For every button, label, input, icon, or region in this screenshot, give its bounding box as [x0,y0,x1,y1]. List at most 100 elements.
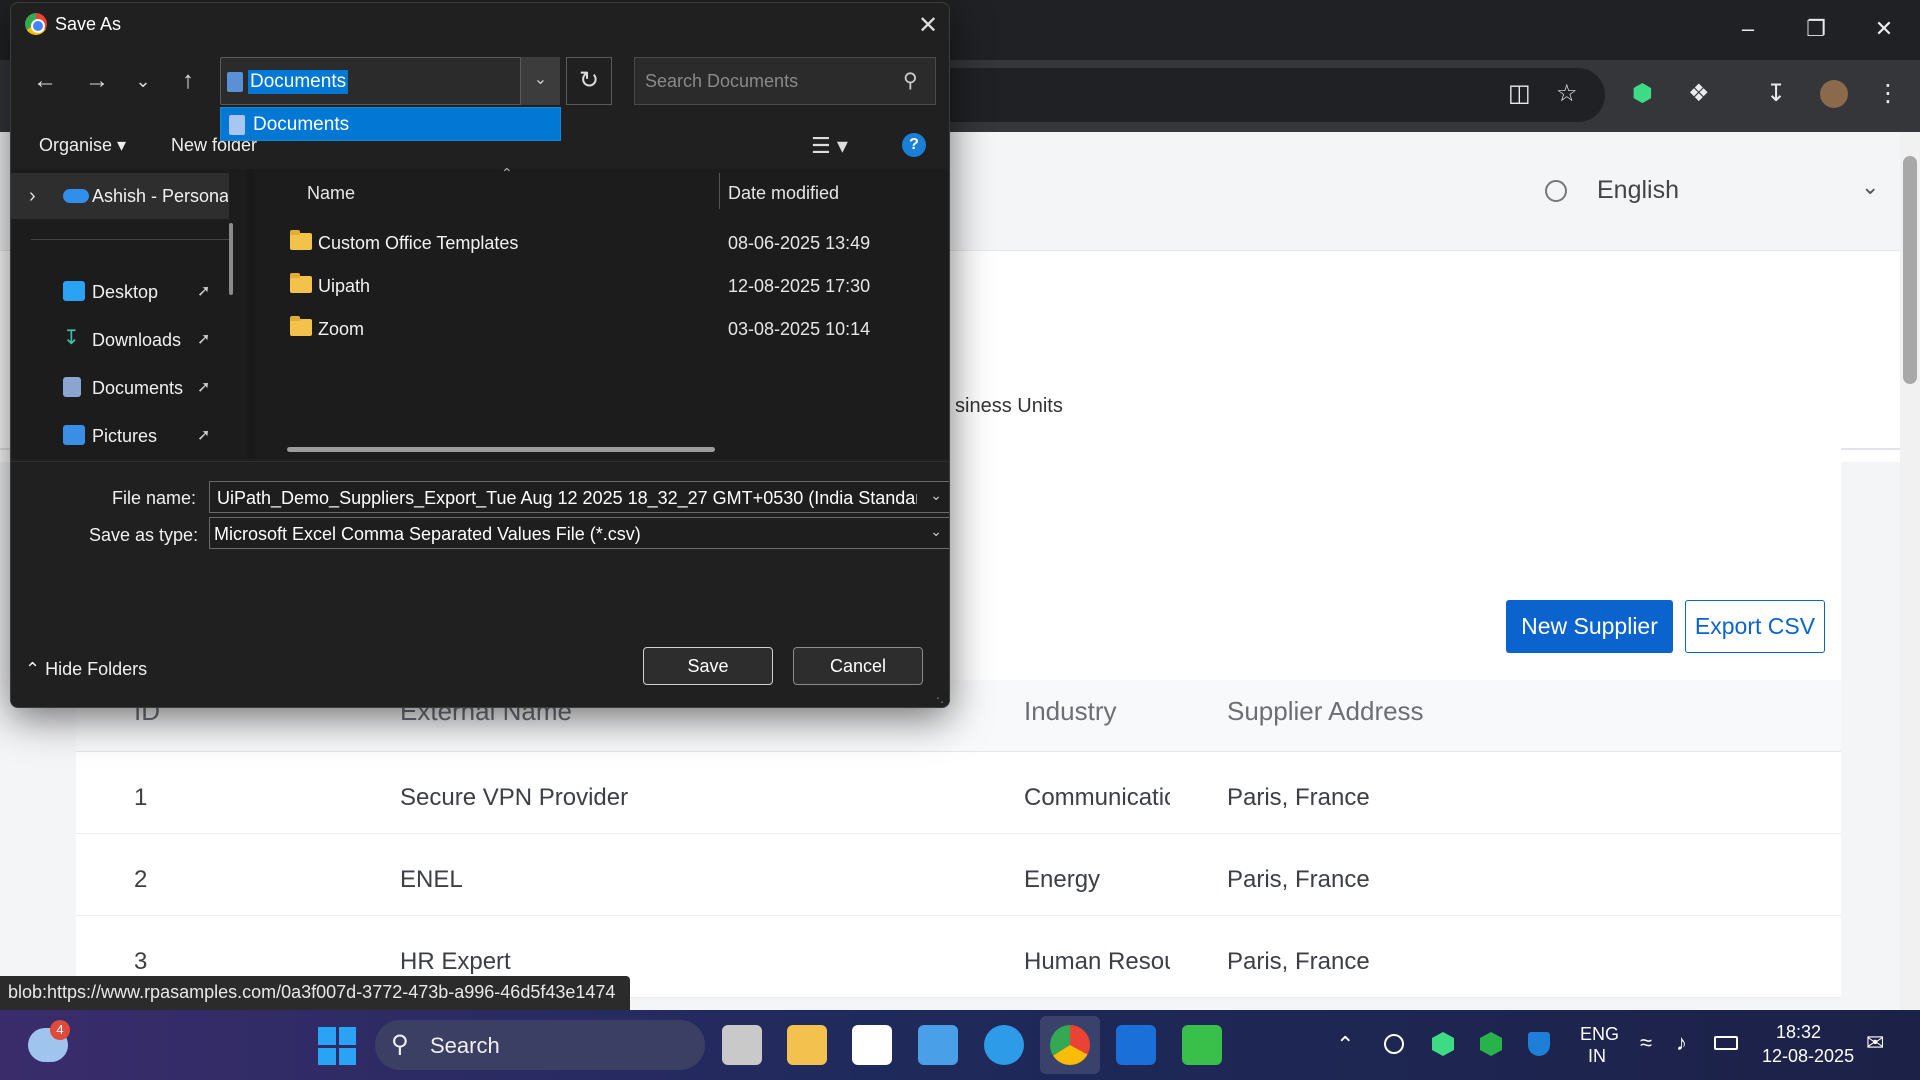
documents-icon [63,377,81,397]
uipath-studio-icon[interactable] [1116,1025,1156,1065]
address-text[interactable]: Documents [248,70,349,94]
column-header-name[interactable]: Name [307,183,355,204]
pin-icon[interactable]: ➚ [197,377,210,397]
new-supplier-button[interactable]: New Supplier [1506,600,1673,653]
sidebar-item-onedrive[interactable]: › Ashish - Personal [11,177,231,217]
save-type-label: Save as type: [89,525,199,545]
minimize-icon[interactable]: – [1728,16,1768,42]
address-bar[interactable] [880,68,1605,122]
dialog-titlebar[interactable]: Save As ✕ [11,3,949,47]
clock-date[interactable]: 12-08-2025 [1762,1046,1854,1067]
resize-grip-icon[interactable]: ⋱ [936,695,948,707]
organise-menu[interactable]: Organise ▾ [39,135,126,156]
tray-app-icon[interactable] [1384,1034,1404,1054]
clock-time[interactable]: 18:32 [1776,1022,1821,1043]
file-row[interactable]: Custom Office Templates 08-06-2025 13:49 [255,223,949,263]
battery-icon[interactable] [1714,1036,1738,1050]
menu-kebab-icon[interactable]: ⋮ [1876,82,1900,106]
nav-item-business-units[interactable]: siness Units [955,395,1063,418]
sidebar-item-documents[interactable]: Documents ➚ [11,369,231,409]
windows-start-icon[interactable] [318,1027,356,1065]
defender-icon[interactable] [1528,1032,1550,1056]
address-dropdown-item[interactable]: Documents [253,114,349,136]
search-documents-box[interactable]: ⚲ [634,57,936,105]
tray-overflow-icon[interactable]: ⌃ [1336,1032,1354,1058]
language-bottom[interactable]: IN [1588,1046,1606,1067]
notification-bell-icon[interactable]: ✉ [1866,1030,1884,1056]
help-icon[interactable]: ? [902,133,926,157]
downloads-icon[interactable]: ↧ [1766,82,1786,106]
search-input[interactable] [645,68,895,94]
save-type-value: Microsoft Excel Comma Separated Values F… [214,524,641,544]
chevron-down-icon: ⌄ [1861,174,1880,199]
sidebar-item-label: Downloads [92,330,182,350]
wifi-icon[interactable]: ≈ [1640,1030,1652,1056]
table-row[interactable] [76,752,1841,834]
install-app-icon[interactable]: ◫ [1508,82,1531,106]
file-row[interactable]: Zoom 03-08-2025 10:14 [255,309,949,349]
chevron-down-icon[interactable]: ⌄ [930,487,942,504]
close-window-icon[interactable]: ✕ [1864,16,1904,42]
weather-badge: 4 [50,1020,70,1040]
export-csv-button[interactable]: Export CSV [1685,600,1825,653]
taskbar-search[interactable]: ⚲ Search [375,1020,705,1070]
restore-icon[interactable]: ❐ [1796,16,1836,42]
address-combobox[interactable]: Documents [220,57,560,105]
sidebar-item-pictures[interactable]: Pictures ➚ [11,417,231,457]
save-type-select[interactable]: Microsoft Excel Comma Separated Values F… [209,517,949,549]
forward-arrow-icon[interactable]: → [81,67,113,95]
language-selector[interactable]: English ⌄ [1545,172,1885,212]
bookmark-star-icon[interactable]: ☆ [1556,82,1578,106]
sidebar-divider [31,239,231,240]
microsoft-store-icon[interactable] [852,1025,892,1065]
sidebar-item-desktop[interactable]: Desktop ➚ [11,273,231,313]
cancel-button[interactable]: Cancel [793,647,923,685]
language-top[interactable]: ENG [1580,1024,1619,1045]
close-icon[interactable]: ✕ [913,11,943,40]
pin-icon[interactable]: ➚ [197,281,210,301]
extension-shield-icon[interactable]: ⬢ [1632,82,1653,106]
file-row[interactable]: Uipath 12-08-2025 17:30 [255,266,949,306]
hide-folders-toggle[interactable]: ⌃ Hide Folders [25,659,147,680]
search-icon: ⚲ [391,1031,409,1058]
table-row[interactable] [76,834,1841,916]
sidebar-item-label: Documents [92,378,184,398]
file-explorer-icon[interactable] [787,1025,827,1065]
file-list-scrollbar[interactable] [287,447,715,452]
extensions-puzzle-icon[interactable]: ❖ [1688,82,1710,106]
taskbar [0,1010,1920,1080]
page-scrollbar-thumb[interactable] [1903,156,1917,384]
task-view-icon[interactable] [722,1025,762,1065]
file-date: 03-08-2025 10:14 [728,319,871,339]
file-name-input[interactable] [217,487,917,509]
notepad-icon[interactable] [918,1025,958,1065]
profile-avatar[interactable] [1820,80,1848,108]
view-options-icon[interactable]: ☰ ▾ [811,133,848,159]
chevron-down-icon[interactable]: ⌄ [930,523,942,540]
volume-icon[interactable]: ♪ [1676,1030,1687,1056]
onedrive-icon [63,189,89,203]
column-header-industry[interactable]: Industry [1024,696,1117,727]
chrome-icon[interactable] [1050,1025,1090,1065]
back-arrow-icon[interactable]: ← [29,67,61,95]
edge-icon[interactable] [984,1025,1024,1065]
sort-ascending-icon: ⌃ [501,165,513,181]
expand-chevron-icon[interactable]: › [29,185,36,208]
column-header-address[interactable]: Supplier Address [1227,696,1424,727]
pane-splitter[interactable] [247,169,255,459]
column-separator[interactable] [719,173,720,209]
uipath-assistant-icon[interactable] [1182,1025,1222,1065]
cell-address: Paris, France [1227,784,1370,811]
up-arrow-icon[interactable]: ↑ [172,67,204,95]
desktop-icon [63,281,85,301]
sidebar-item-downloads[interactable]: ↧ Downloads ➚ [11,321,231,361]
pin-icon[interactable]: ➚ [197,425,210,445]
recent-locations-chevron-icon[interactable]: ⌄ [127,71,159,92]
column-header-date-modified[interactable]: Date modified [728,183,839,204]
file-name-field[interactable]: ⌄ [209,481,949,513]
refresh-icon[interactable]: ↻ [566,57,612,105]
save-button[interactable]: Save [643,647,773,685]
folder-icon [290,230,312,250]
pin-icon[interactable]: ➚ [197,329,210,349]
address-dropdown-chevron-icon[interactable]: ⌄ [520,57,560,105]
